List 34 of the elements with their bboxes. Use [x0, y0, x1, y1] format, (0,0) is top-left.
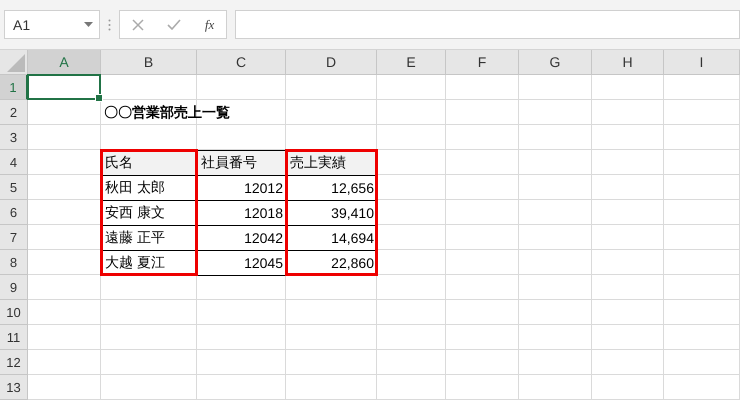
column-header[interactable]: C — [197, 50, 286, 75]
sheet-title: 〇〇営業部売上一覧 — [103, 102, 231, 122]
column-header[interactable]: B — [101, 50, 197, 75]
column-header[interactable]: I — [664, 50, 740, 75]
column-header[interactable]: H — [592, 50, 664, 75]
column-header[interactable]: D — [286, 50, 377, 75]
row-header[interactable]: 10 — [0, 300, 28, 325]
name-box[interactable]: A1 — [4, 10, 100, 39]
insert-function-button[interactable]: fx — [204, 16, 214, 32]
row-header[interactable]: 2 — [0, 100, 28, 125]
selected-cell[interactable] — [27, 74, 101, 100]
select-all-icon[interactable] — [7, 54, 25, 72]
formula-field[interactable] — [235, 10, 740, 39]
table-header-cell: 社員番号 — [197, 150, 287, 176]
row-header[interactable]: 13 — [0, 375, 28, 400]
row-header[interactable]: 7 — [0, 225, 28, 250]
column-header[interactable]: A — [28, 50, 101, 75]
row-header[interactable]: 1 — [0, 75, 28, 100]
check-icon[interactable] — [167, 19, 182, 30]
row-header[interactable]: 3 — [0, 125, 28, 150]
column-header[interactable]: F — [446, 50, 519, 75]
column-header[interactable]: G — [519, 50, 592, 75]
row-header[interactable]: 11 — [0, 325, 28, 350]
row-header[interactable]: 6 — [0, 200, 28, 225]
cancel-icon[interactable] — [132, 18, 144, 30]
row-header[interactable]: 12 — [0, 350, 28, 375]
row-header[interactable]: 9 — [0, 275, 28, 300]
row-header[interactable]: 5 — [0, 175, 28, 200]
row-header[interactable]: 8 — [0, 250, 28, 275]
column-header[interactable]: E — [377, 50, 446, 75]
dropdown-caret-icon — [84, 22, 93, 27]
fill-handle[interactable] — [95, 94, 103, 102]
row-header[interactable]: 4 — [0, 150, 28, 175]
grip-icon — [108, 18, 111, 30]
